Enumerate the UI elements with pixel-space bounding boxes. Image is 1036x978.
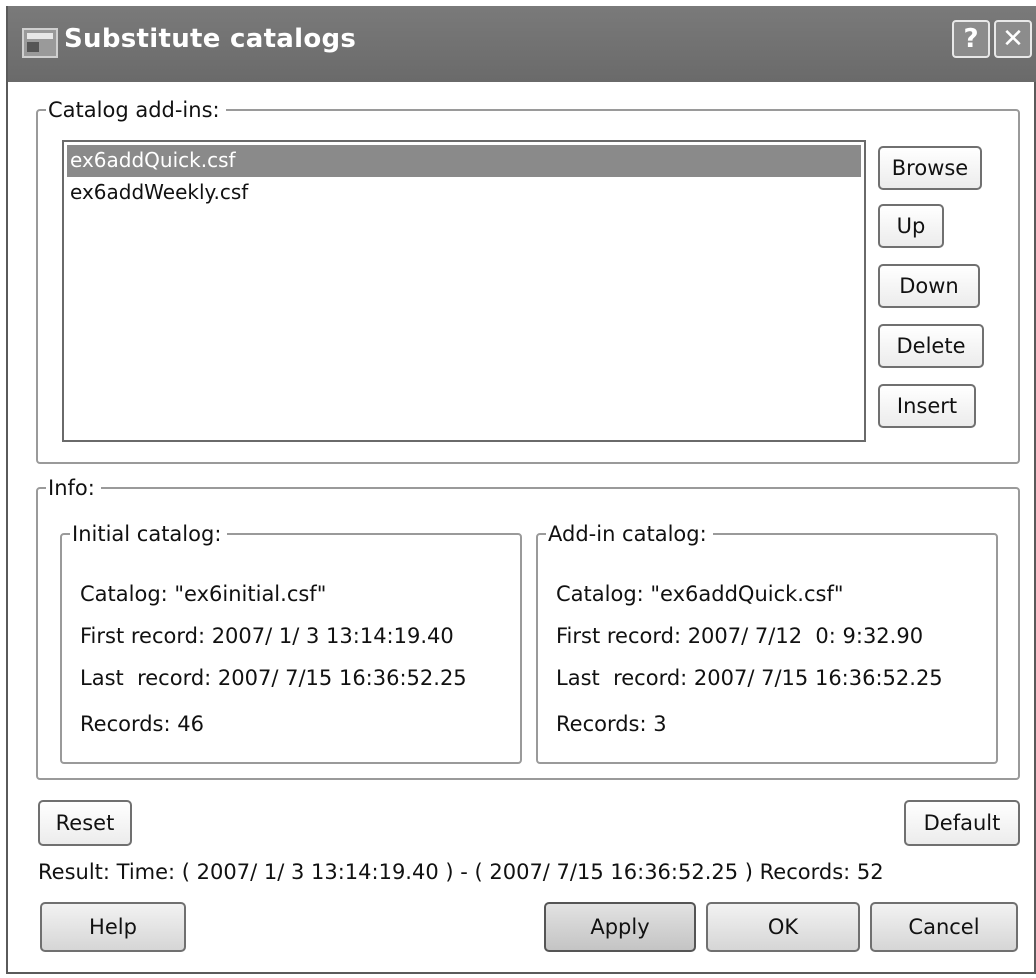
app-icon xyxy=(22,28,58,58)
result-summary: Result: Time: ( 2007/ 1/ 3 13:14:19.40 )… xyxy=(38,860,884,884)
window-title: Substitute catalogs xyxy=(64,24,357,54)
addin-records-count: Records: 3 xyxy=(556,712,667,736)
addins-listbox[interactable]: ex6addQuick.csf ex6addWeekly.csf xyxy=(62,140,866,442)
info-legend: Info: xyxy=(48,476,95,500)
initial-catalog-name: Catalog: "ex6initial.csf" xyxy=(80,582,327,606)
initial-last-record: Last record: 2007/ 7/15 16:36:52.25 xyxy=(80,666,467,690)
close-icon[interactable]: ✕ xyxy=(994,20,1032,58)
apply-button[interactable]: Apply xyxy=(544,902,696,952)
help-button[interactable]: Help xyxy=(40,902,186,952)
initial-catalog-legend: Initial catalog: xyxy=(72,522,222,546)
initial-first-record: First record: 2007/ 1/ 3 13:14:19.40 xyxy=(80,624,454,648)
down-button[interactable]: Down xyxy=(878,264,980,308)
browse-button[interactable]: Browse xyxy=(878,146,982,190)
addin-catalog-legend: Add-in catalog: xyxy=(548,522,707,546)
default-button[interactable]: Default xyxy=(904,800,1020,846)
list-item[interactable]: ex6addQuick.csf xyxy=(67,145,861,177)
title-bar[interactable]: Substitute catalogs ? ✕ xyxy=(8,6,1036,82)
delete-button[interactable]: Delete xyxy=(878,324,984,368)
addin-catalog-name: Catalog: "ex6addQuick.csf" xyxy=(556,582,844,606)
insert-button[interactable]: Insert xyxy=(878,384,976,428)
addin-first-record: First record: 2007/ 7/12 0: 9:32.90 xyxy=(556,624,924,648)
list-item[interactable]: ex6addWeekly.csf xyxy=(64,177,864,209)
ok-button[interactable]: OK xyxy=(706,902,860,952)
initial-records-count: Records: 46 xyxy=(80,712,204,736)
reset-button[interactable]: Reset xyxy=(38,800,132,846)
cancel-button[interactable]: Cancel xyxy=(870,902,1018,952)
addin-last-record: Last record: 2007/ 7/15 16:36:52.25 xyxy=(556,666,943,690)
help-title-button[interactable]: ? xyxy=(952,20,990,58)
catalog-addins-legend: Catalog add-ins: xyxy=(48,98,220,122)
up-button[interactable]: Up xyxy=(878,204,944,248)
